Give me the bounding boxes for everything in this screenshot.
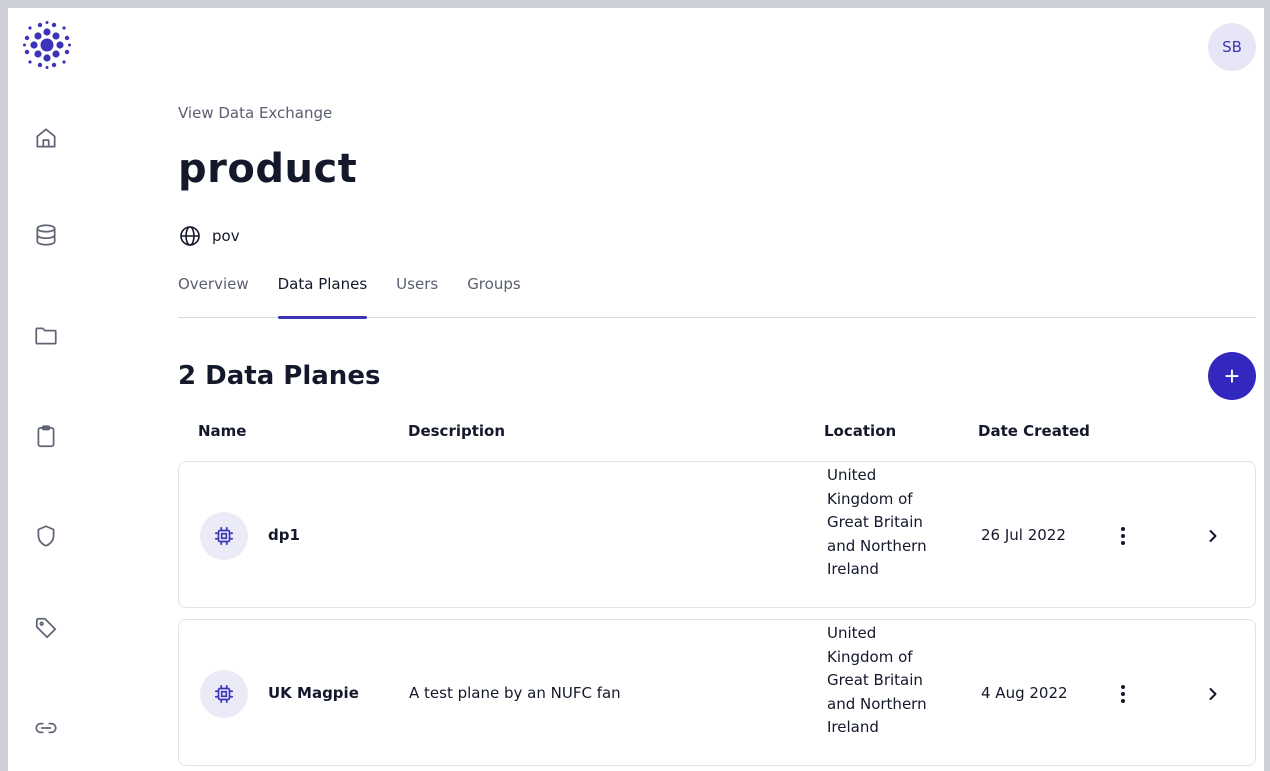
- page-title: product: [178, 146, 358, 192]
- chevron-right-icon: [1209, 530, 1217, 542]
- row-description: A test plane by an NUFC fan: [409, 684, 621, 702]
- home-icon: [36, 128, 56, 148]
- column-header-description: Description: [408, 422, 506, 440]
- shield-icon: [37, 525, 55, 547]
- nav-clipboard[interactable]: [28, 418, 64, 454]
- table-row[interactable]: UK Magpie A test plane by an NUFC fan Un…: [178, 619, 1256, 766]
- row-icon: [200, 670, 248, 718]
- table-row[interactable]: dp1 United Kingdom of Great Britain and …: [178, 461, 1256, 608]
- column-header-date-created: Date Created: [978, 422, 1090, 440]
- tag-icon: [35, 617, 57, 639]
- chevron-right-icon: [1209, 688, 1217, 700]
- nav-folders[interactable]: [28, 318, 64, 354]
- row-menu-button[interactable]: [1111, 679, 1135, 709]
- section-title: 2 Data Planes: [178, 361, 381, 391]
- user-avatar[interactable]: SB: [1208, 23, 1256, 71]
- nav-tags[interactable]: [28, 610, 64, 646]
- tab-overview[interactable]: Overview: [178, 272, 249, 318]
- add-data-plane-button[interactable]: +: [1208, 352, 1256, 400]
- chip-icon: [214, 684, 234, 704]
- row-menu-button[interactable]: [1111, 521, 1135, 551]
- column-header-location: Location: [824, 422, 897, 440]
- globe-icon: [180, 226, 200, 246]
- sidebar: [8, 8, 98, 771]
- breadcrumb-link[interactable]: View Data Exchange: [178, 104, 332, 122]
- nav-security[interactable]: [28, 518, 64, 554]
- row-date-created: 4 Aug 2022: [981, 684, 1068, 702]
- column-header-name: Name: [198, 422, 247, 440]
- app-logo[interactable]: [22, 20, 72, 70]
- row-icon: [200, 512, 248, 560]
- scope-indicator: pov: [178, 224, 240, 248]
- kebab-menu-icon: [1121, 685, 1125, 703]
- plus-icon: +: [1224, 360, 1240, 391]
- link-icon: [35, 722, 57, 734]
- row-name: UK Magpie: [268, 684, 359, 702]
- row-location: United Kingdom of Great Britain and Nort…: [827, 624, 927, 736]
- logo-dots-icon: [23, 21, 71, 69]
- tab-groups[interactable]: Groups: [467, 272, 520, 318]
- avatar-initials: SB: [1222, 38, 1242, 56]
- clipboard-icon: [37, 425, 55, 448]
- row-location: United Kingdom of Great Britain and Nort…: [827, 466, 927, 578]
- database-icon: [36, 224, 56, 246]
- chip-icon: [214, 526, 234, 546]
- row-open-button[interactable]: [1201, 524, 1225, 548]
- nav-home[interactable]: [28, 120, 64, 156]
- folder-icon: [35, 327, 57, 345]
- tab-bar: Overview Data Planes Users Groups: [178, 272, 1256, 319]
- row-open-button[interactable]: [1201, 682, 1225, 706]
- tab-data-planes[interactable]: Data Planes: [277, 272, 367, 319]
- row-date-created: 26 Jul 2022: [981, 526, 1066, 544]
- scope-label: pov: [212, 227, 240, 245]
- nav-databases[interactable]: [28, 217, 64, 253]
- kebab-menu-icon: [1121, 527, 1125, 545]
- nav-links[interactable]: [28, 710, 64, 746]
- row-name: dp1: [268, 526, 300, 544]
- tab-users[interactable]: Users: [396, 272, 438, 318]
